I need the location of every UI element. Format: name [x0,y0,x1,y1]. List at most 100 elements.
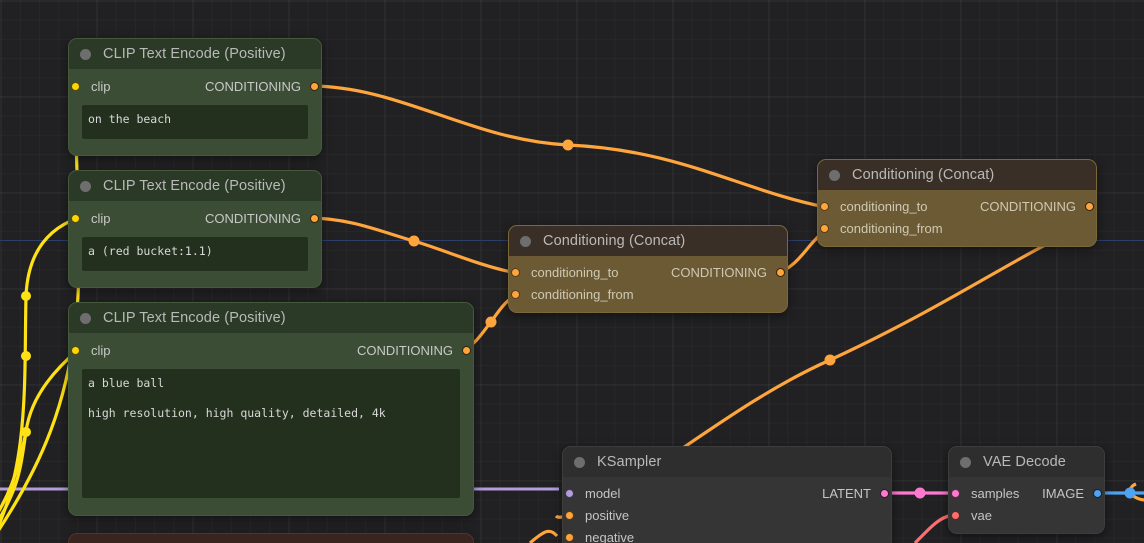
slot-row-clip[interactable]: clip CONDITIONING [71,207,319,229]
slot-row-clip[interactable]: clip CONDITIONING [71,75,319,97]
input-slot-clip[interactable] [71,81,80,91]
input-label-samples: samples [971,485,1020,501]
input-label-conditioning-from: conditioning_from [531,286,634,302]
wire-cond-to-ksampler-negative [528,529,559,543]
node-title-text: CLIP Text Encode (Positive) [103,178,286,194]
wire-dot [1124,487,1136,499]
node-title-bar[interactable]: Conditioning (Concat) [818,160,1096,190]
slot-row-conditioning-to[interactable]: conditioning_to CONDITIONING [511,261,785,283]
slot-row-model[interactable]: model LATENT [565,482,889,504]
node-title-bar[interactable] [69,534,473,543]
output-label-conditioning: CONDITIONING [204,210,301,226]
node-clip-text-encode-3[interactable]: CLIP Text Encode (Positive) clip CONDITI… [68,302,474,516]
slot-row-samples[interactable]: samples IMAGE [951,482,1102,504]
node-title-bar[interactable]: CLIP Text Encode (Positive) [69,39,321,69]
widget-text-prompt[interactable]: a (red bucket:1.1) [81,236,309,272]
node-bottom-clipped[interactable] [68,533,474,543]
wire-dot [914,487,926,499]
input-slot-conditioning-from[interactable] [820,223,829,233]
node-conditioning-concat-1[interactable]: Conditioning (Concat) conditioning_to CO… [508,225,788,313]
output-slot-image[interactable] [1093,488,1102,498]
input-label-vae: vae [971,507,992,523]
slot-row-conditioning-from[interactable]: conditioning_from [820,217,1084,239]
slot-row-negative[interactable]: negative [565,526,879,543]
output-slot-conditioning[interactable] [1085,201,1094,211]
node-clip-text-encode-2[interactable]: CLIP Text Encode (Positive) clip CONDITI… [68,170,322,288]
input-label-conditioning-to: conditioning_to [531,264,619,280]
input-slot-clip[interactable] [71,213,80,223]
node-title-bar[interactable]: CLIP Text Encode (Positive) [69,171,321,201]
output-label-conditioning: CONDITIONING [356,342,453,358]
node-graph-canvas[interactable]: CLIP Text Encode (Positive) clip CONDITI… [0,0,1144,543]
input-slot-conditioning-from[interactable] [511,289,520,299]
node-body: clip CONDITIONING a blue ball high resol… [69,333,473,509]
input-slot-model[interactable] [565,488,574,498]
wire-dot [408,235,420,247]
wire-dot [824,354,836,366]
collapse-dot-icon[interactable] [574,456,585,468]
wire-vae [913,513,953,543]
node-body: conditioning_to CONDITIONING conditionin… [509,256,787,312]
output-slot-conditioning[interactable] [310,213,319,223]
node-body: conditioning_to CONDITIONING conditionin… [818,190,1096,246]
input-slot-clip[interactable] [71,345,80,355]
input-slot-vae[interactable] [951,510,960,520]
node-body: model LATENT positive negative [563,477,891,543]
node-title-bar[interactable]: Conditioning (Concat) [509,226,787,256]
input-slot-conditioning-to[interactable] [511,267,520,277]
collapse-dot-icon[interactable] [80,180,91,192]
output-slot-latent[interactable] [880,488,889,498]
widget-text-prompt[interactable]: a blue ball high resolution, high qualit… [81,368,461,499]
node-clip-text-encode-1[interactable]: CLIP Text Encode (Positive) clip CONDITI… [68,38,322,156]
node-title-text: CLIP Text Encode (Positive) [103,310,286,326]
node-body: clip CONDITIONING on the beach [69,69,321,150]
input-slot-samples[interactable] [951,488,960,498]
node-body: clip CONDITIONING a (red bucket:1.1) [69,201,321,282]
node-ksampler[interactable]: KSampler model LATENT positive negative [562,446,892,543]
slot-row-clip[interactable]: clip CONDITIONING [71,339,471,361]
node-title-text: Conditioning (Concat) [543,233,686,249]
slot-row-positive[interactable]: positive [565,504,879,526]
node-title-bar[interactable]: VAE Decode [949,447,1104,477]
input-label-conditioning-from: conditioning_from [840,220,943,236]
collapse-dot-icon[interactable] [960,456,971,468]
wire-dot [562,139,574,151]
output-label-latent: LATENT [822,485,871,501]
node-title-text: KSampler [597,454,662,470]
input-label-negative: negative [585,529,635,543]
output-slot-conditioning[interactable] [310,81,319,91]
node-title-bar[interactable]: CLIP Text Encode (Positive) [69,303,473,333]
output-label-image: IMAGE [1042,485,1084,501]
output-slot-conditioning[interactable] [462,345,471,355]
slot-row-conditioning-to[interactable]: conditioning_to CONDITIONING [820,195,1094,217]
wire-cond-clip1-to-concat2 [309,84,826,209]
node-conditioning-concat-2[interactable]: Conditioning (Concat) conditioning_to CO… [817,159,1097,247]
input-slot-conditioning-to[interactable] [820,201,829,211]
output-label-conditioning: CONDITIONING [204,78,301,94]
input-label-clip: clip [91,78,111,94]
output-slot-conditioning[interactable] [776,267,785,277]
input-label-model: model [585,485,621,501]
output-label-conditioning: CONDITIONING [670,264,767,280]
node-title-text: CLIP Text Encode (Positive) [103,46,286,62]
input-label-positive: positive [585,507,630,523]
input-label-clip: clip [91,210,111,226]
wire-cond-right-edge [1128,482,1144,502]
slot-row-vae[interactable]: vae [951,504,1092,526]
wire-cond-clip2-to-concat1 [309,216,517,275]
input-label-conditioning-to: conditioning_to [840,198,928,214]
node-vae-decode[interactable]: VAE Decode samples IMAGE vae [948,446,1105,534]
widget-text-prompt[interactable]: on the beach [81,104,309,140]
output-label-conditioning: CONDITIONING [979,198,1076,214]
slot-row-conditioning-from[interactable]: conditioning_from [511,283,775,305]
input-slot-positive[interactable] [565,510,574,520]
collapse-dot-icon[interactable] [80,312,91,324]
input-label-clip: clip [91,342,111,358]
input-slot-negative[interactable] [565,532,574,542]
node-title-text: VAE Decode [983,454,1066,470]
node-body: samples IMAGE vae [949,477,1104,533]
collapse-dot-icon[interactable] [520,235,531,247]
collapse-dot-icon[interactable] [80,48,91,60]
node-title-bar[interactable]: KSampler [563,447,891,477]
collapse-dot-icon[interactable] [829,169,840,181]
